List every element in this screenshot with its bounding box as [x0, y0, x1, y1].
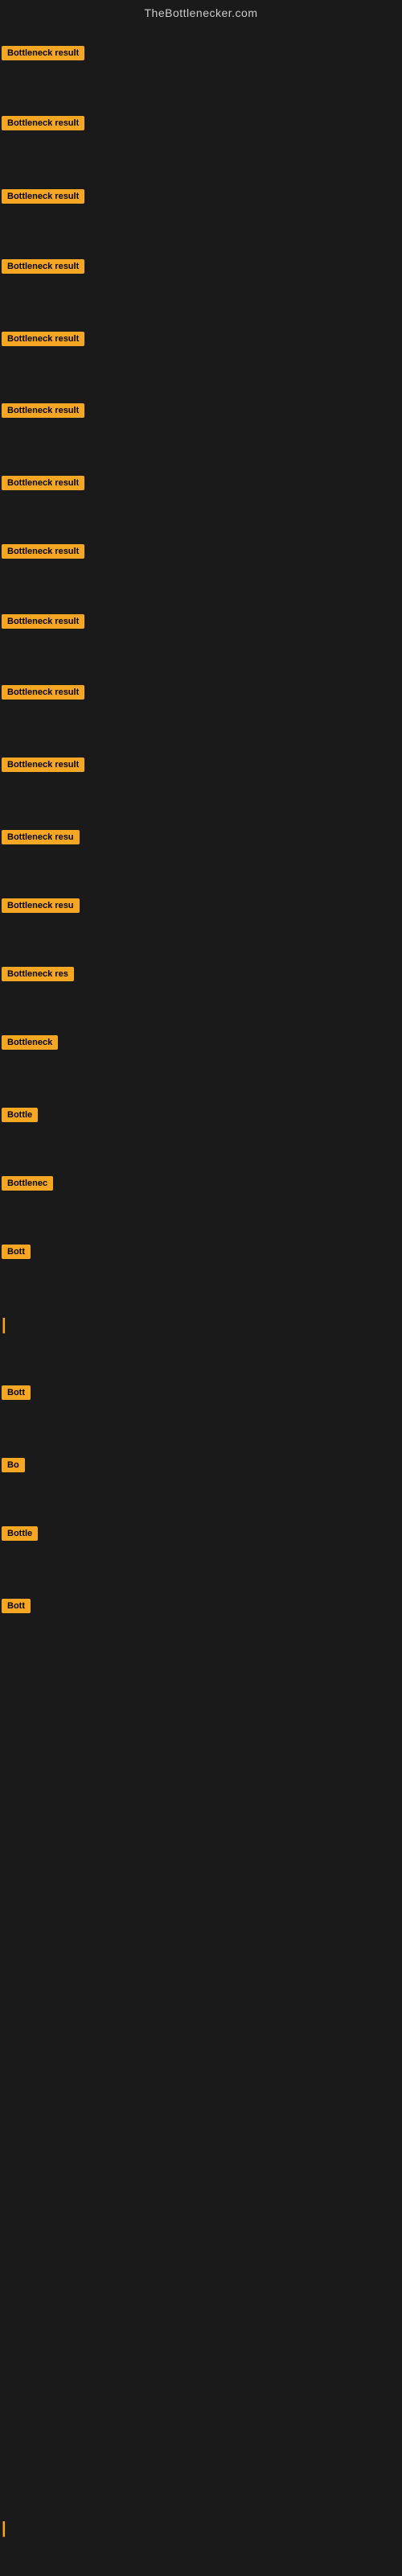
bottleneck-badge[interactable]: Bott [2, 1599, 31, 1613]
bottleneck-badge[interactable]: Bottleneck resu [2, 830, 80, 844]
result-row: Bottleneck [2, 1034, 58, 1050]
bottleneck-badge[interactable]: Bottleneck result [2, 116, 84, 130]
bottleneck-badge[interactable]: Bottleneck result [2, 403, 84, 418]
result-row: Bottleneck result [2, 402, 84, 418]
result-row: Bott [2, 1385, 31, 1400]
bottleneck-badge[interactable]: Bottlenec [2, 1176, 53, 1191]
bottleneck-badge[interactable]: Bottle [2, 1108, 38, 1122]
bottleneck-badge[interactable]: Bottleneck result [2, 614, 84, 629]
site-title: TheBottlenecker.com [0, 0, 402, 23]
bottleneck-badge[interactable]: Bottleneck res [2, 967, 74, 981]
result-row: Bottleneck result [2, 684, 84, 700]
result-row: Bottleneck result [2, 475, 84, 490]
result-row: Bottleneck result [2, 258, 84, 274]
result-row: Bottleneck resu [2, 829, 80, 844]
result-row: Bo [2, 1457, 25, 1472]
bottleneck-badge[interactable]: Bottleneck result [2, 259, 84, 274]
bottleneck-badge[interactable]: Bottleneck result [2, 189, 84, 204]
result-row: Bottle [2, 1525, 38, 1541]
result-row: Bottleneck resu [2, 898, 80, 913]
bottleneck-badge[interactable]: Bottleneck result [2, 758, 84, 772]
bottleneck-badge[interactable]: Bottleneck result [2, 332, 84, 346]
bottleneck-badge[interactable]: Bo [2, 1458, 25, 1472]
bottleneck-badge[interactable]: Bottleneck result [2, 46, 84, 60]
bottleneck-badge[interactable]: Bottleneck resu [2, 898, 80, 913]
result-row: Bott [2, 1244, 31, 1259]
result-row: Bottleneck result [2, 331, 84, 346]
bottleneck-badge[interactable]: Bottleneck result [2, 544, 84, 559]
result-row: Bottleneck result [2, 115, 84, 130]
bottleneck-badge[interactable]: Bott [2, 1245, 31, 1259]
cursor-indicator: | [2, 1316, 6, 1335]
result-row: Bottleneck result [2, 757, 84, 772]
result-row: Bottleneck result [2, 188, 84, 204]
bottleneck-badge[interactable]: Bottleneck result [2, 476, 84, 490]
result-row: Bottleneck result [2, 543, 84, 559]
result-row: Bottleneck result [2, 45, 84, 60]
bottleneck-badge[interactable]: Bottleneck result [2, 685, 84, 700]
cursor-indicator: | [2, 2520, 6, 2538]
result-row: Bott [2, 1598, 31, 1613]
bottleneck-badge[interactable]: Bottle [2, 1526, 38, 1541]
result-row: Bottlenec [2, 1175, 53, 1191]
bottleneck-badge[interactable]: Bott [2, 1385, 31, 1400]
result-row: Bottleneck res [2, 966, 74, 981]
bottleneck-badge[interactable]: Bottleneck [2, 1035, 58, 1050]
result-row: Bottle [2, 1107, 38, 1122]
result-row: Bottleneck result [2, 613, 84, 629]
